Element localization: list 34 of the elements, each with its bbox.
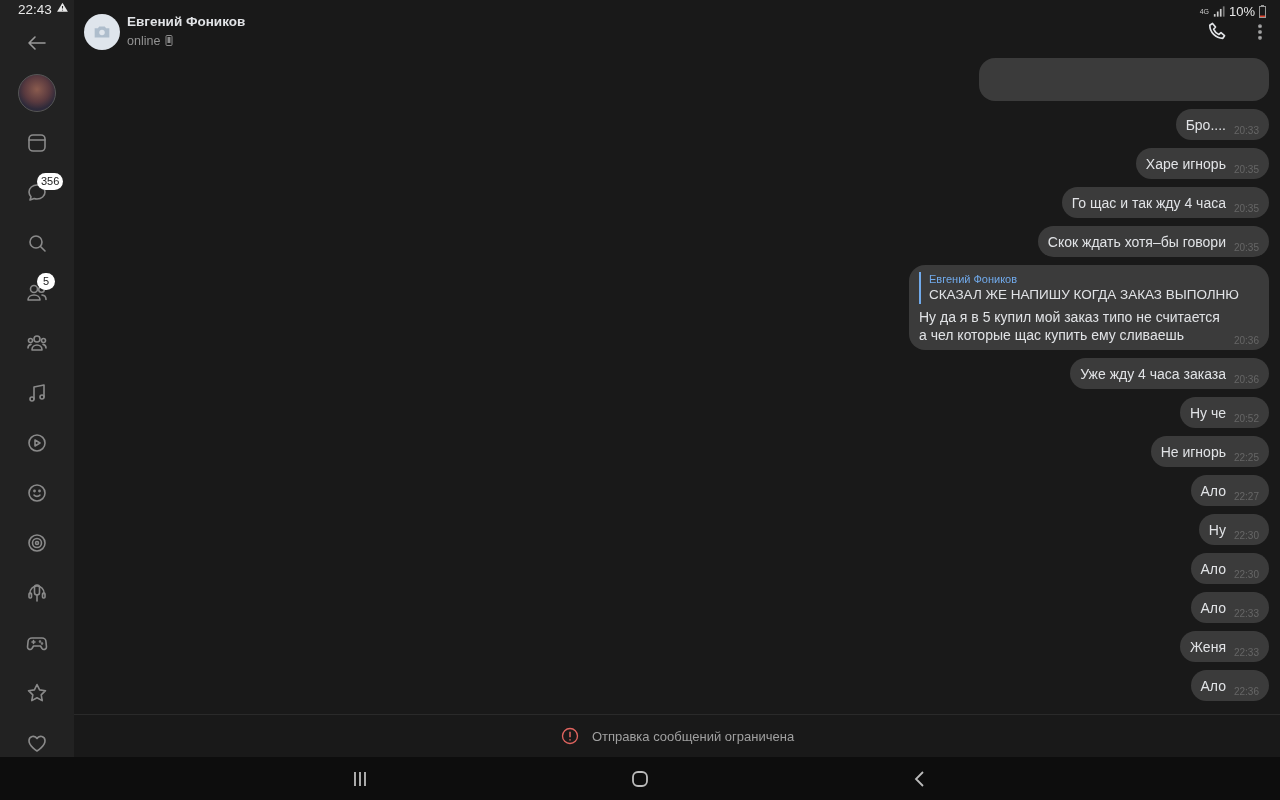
contact-name: Евгений Фоников xyxy=(127,14,247,29)
quoted-author: Евгений Фоников xyxy=(929,272,1019,286)
restriction-notice: Отправка сообщений ограничена xyxy=(591,728,795,744)
message-text: Уже жду 4 часа заказа xyxy=(1080,365,1226,383)
message-text: Ало xyxy=(1200,560,1226,578)
signal-icon xyxy=(1212,5,1225,17)
message-text: Харе игнорь xyxy=(1145,155,1226,173)
contact-avatar[interactable] xyxy=(84,14,120,50)
profile-avatar[interactable] xyxy=(18,74,56,112)
mobile-phone-icon xyxy=(165,35,174,46)
message-text: Ало xyxy=(1200,482,1226,500)
microphone-icon[interactable] xyxy=(25,581,49,605)
news-icon[interactable] xyxy=(25,131,49,155)
online-status: online xyxy=(127,34,161,48)
play-icon[interactable] xyxy=(25,431,49,455)
battery-percent: 10% xyxy=(1228,3,1255,19)
message-text: Ну да я в 5 купил мой заказ типо не считается а чел которые щас купить ему сливаешь xyxy=(919,308,1221,344)
unread-count: 356 xyxy=(37,173,64,190)
smiley-icon[interactable] xyxy=(25,481,49,505)
unread-count: 5 xyxy=(37,273,55,290)
target-icon[interactable] xyxy=(25,531,49,555)
quoted-text: СКАЗАЛ ЖЕ НАПИШУ КОГДА ЗАКАЗ ВЫПОЛНЮ xyxy=(929,286,1240,304)
message-text: Скок ждать хотя–бы говори xyxy=(1047,233,1226,251)
message-text: Го щас и так жду 4 часа xyxy=(1071,194,1226,212)
message-text: Ну xyxy=(1208,521,1226,539)
alert-icon xyxy=(559,726,580,746)
message-text: Ало xyxy=(1200,677,1226,695)
message-text: Бро.... xyxy=(1185,116,1226,134)
message-text: Ну че xyxy=(1189,404,1226,422)
message-text: Не игнорь xyxy=(1160,443,1226,461)
status-time: 22:43 xyxy=(18,1,52,17)
message-text: Ало xyxy=(1200,599,1226,617)
battery-icon xyxy=(1259,4,1266,18)
message-text: Женя xyxy=(1190,638,1226,656)
